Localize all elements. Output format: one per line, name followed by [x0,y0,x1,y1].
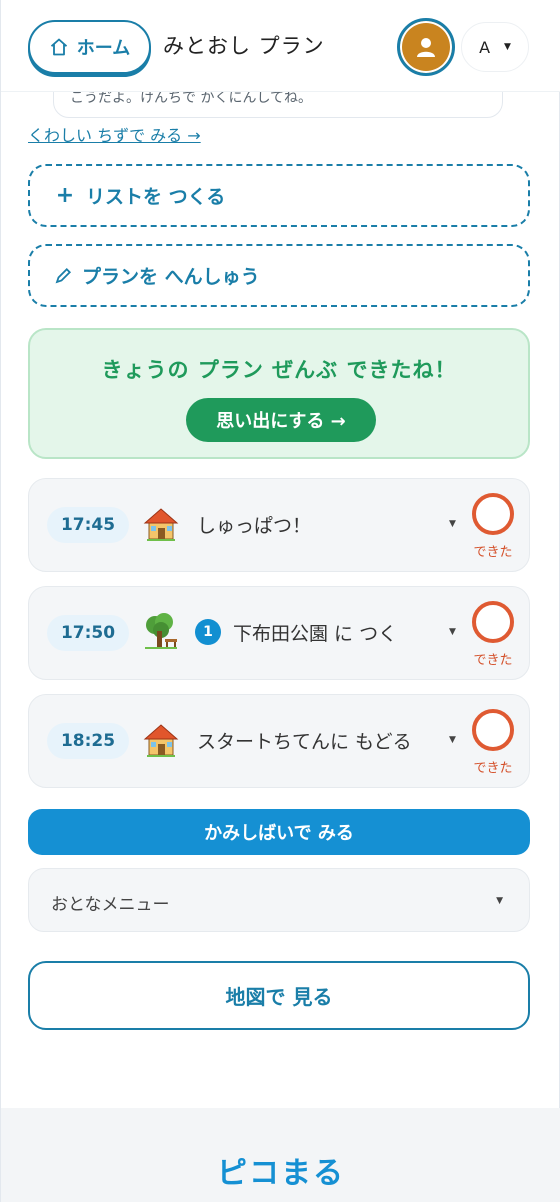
caret-down-icon: ▼ [504,42,511,52]
header: ホーム みとおし プラン A ▼ [1,0,560,92]
tree-bench-icon [141,611,181,651]
edit-plan-button[interactable]: プランを へんしゅう [28,244,530,307]
plan-item-label: スタートちてんに もどる [197,731,412,753]
plan-item[interactable]: 17:45 しゅっぱつ！ ▼ できた [28,478,530,572]
adult-menu-select[interactable]: おとなメニュー ▼ [28,868,530,932]
kamishibai-button[interactable]: かみしばいで みる [28,809,530,855]
create-list-button[interactable]: + リストを つくる [28,164,530,227]
adult-menu-label: おとなメニュー [51,895,170,915]
plus-icon: + [55,183,75,208]
home-label: ホーム [76,38,131,59]
done-label: できた [473,653,513,668]
done-label: できた [473,545,513,560]
time-pill: 17:50 [47,615,129,651]
pencil-icon [55,267,72,283]
stop-number-badge: 1 [195,619,221,645]
user-icon [417,38,435,57]
time-pill: 17:45 [47,507,129,543]
caret-down-icon[interactable]: ▼ [449,735,456,745]
view-map-button[interactable]: 地図で 見る [28,961,530,1030]
done-check-button[interactable] [472,709,514,751]
page: ホーム みとおし プラン A ▼ こうだよ。けんちで かくにんしてね。 くわしい… [0,0,560,1202]
home-button[interactable]: ホーム [28,20,151,74]
house-icon [141,719,181,759]
home-icon [50,38,67,56]
completion-card: きょうの プラン ぜんぶ できたね！ 思い出にする → [28,328,530,459]
footer-logo: ピコまる [217,1156,345,1191]
avatar[interactable] [397,18,455,76]
plan-item[interactable]: 17:50 1 下布田公園 に つく ▼ できた [28,586,530,680]
page-title: みとおし プラン [163,34,325,58]
language-label: A [479,37,491,57]
house-icon [141,503,181,543]
plan-item[interactable]: 18:25 スタートちてんに もどる ▼ できた [28,694,530,788]
create-list-label: リストを つくる [86,186,226,208]
caret-down-icon: ▼ [496,896,503,906]
save-memory-button[interactable]: 思い出にする → [186,398,376,442]
edit-plan-label: プランを へんしゅう [82,266,260,288]
time-pill: 18:25 [47,723,129,759]
language-selector[interactable]: A ▼ [461,22,529,72]
caret-down-icon[interactable]: ▼ [449,627,456,637]
detail-map-link[interactable]: くわしい ちずで みる → [28,122,201,146]
completion-message: きょうの プラン ぜんぶ できたね！ [101,358,457,382]
plan-item-label: しゅっぱつ！ [197,515,312,537]
done-check-button[interactable] [472,493,514,535]
done-check-button[interactable] [472,601,514,643]
caret-down-icon[interactable]: ▼ [449,519,456,529]
footer: ピコまる [1,1108,560,1202]
done-label: できた [473,761,513,776]
plan-item-label: 下布田公園 に つく [233,623,398,645]
